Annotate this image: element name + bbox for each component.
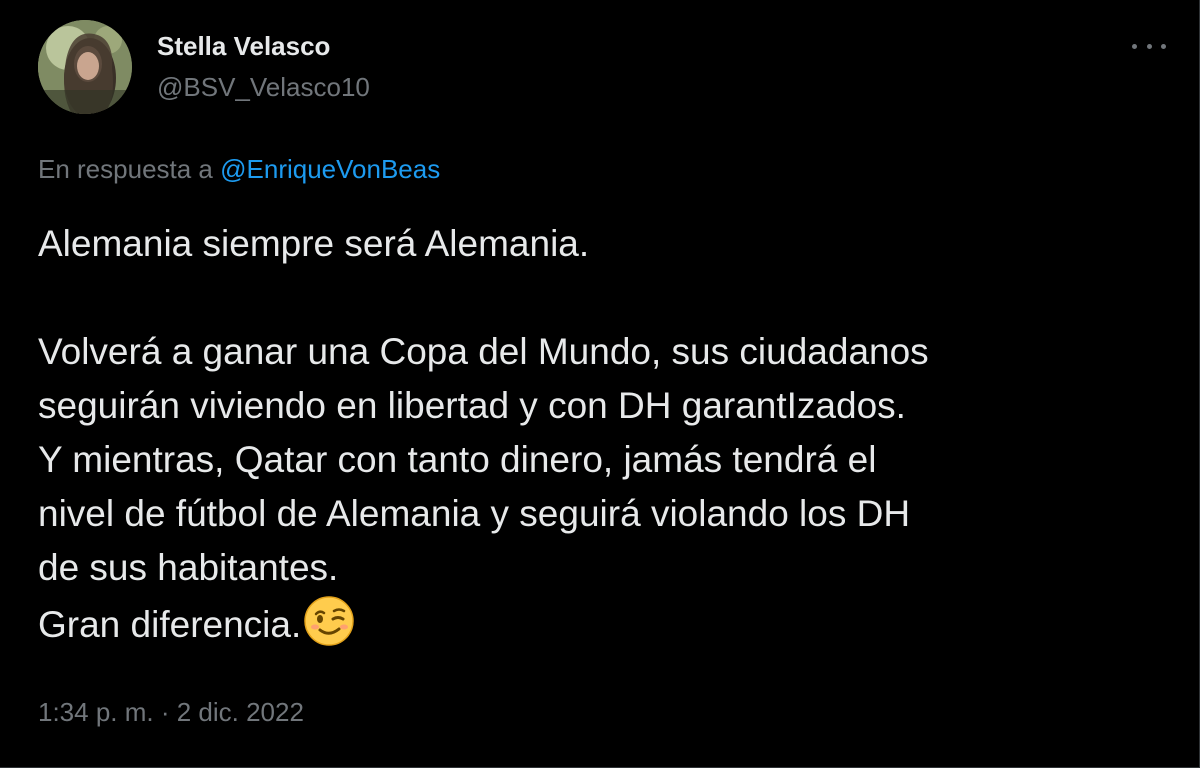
tweet-line: Volverá a ganar una Copa del Mundo, sus … (38, 331, 929, 372)
tweet-timestamp[interactable]: 1:34 p. m. · 2 dic. 2022 (38, 697, 304, 728)
tweet-line (38, 271, 1158, 325)
tweet-card: Stella Velasco @BSV_Velasco10 En respues… (0, 0, 1200, 768)
avatar[interactable] (38, 20, 132, 114)
reply-prefix: En respuesta a (38, 154, 213, 184)
more-options-icon (1146, 43, 1152, 49)
more-options-icon (1132, 43, 1137, 49)
reply-mention-link[interactable]: @EnriqueVonBeas (220, 154, 440, 184)
tweet-line: de sus habitantes. (38, 547, 339, 588)
author-handle[interactable]: @BSV_Velasco10 (157, 72, 370, 103)
author-name[interactable]: Stella Velasco (157, 31, 330, 62)
reply-context: En respuesta a @EnriqueVonBeas (38, 154, 440, 185)
tweet-line: nivel de fútbol de Alemania y seguirá vi… (38, 493, 911, 534)
tweet-last-line: Gran diferencia. (38, 595, 1158, 652)
more-options-button[interactable] (1132, 36, 1166, 56)
tweet-line: Alemania siempre será Alemania. (38, 223, 590, 264)
more-options-icon (1161, 43, 1166, 49)
tweet-text: Alemania siempre será Alemania. Volverá … (38, 217, 1158, 652)
tweet-line: seguirán viviendo en libertad y con DH g… (38, 385, 906, 426)
avatar-image (38, 20, 132, 114)
winking-face-emoji-icon (304, 596, 354, 646)
tweet-line: Gran diferencia. (38, 604, 302, 645)
tweet-line: Y mientras, Qatar con tanto dinero, jamá… (38, 439, 877, 480)
